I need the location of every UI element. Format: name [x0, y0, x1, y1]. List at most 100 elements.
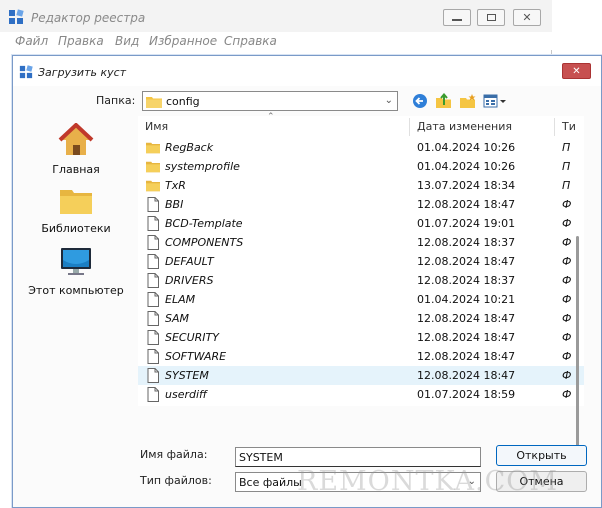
file-row[interactable]: ELAM 01.04.2024 10:21 Ф — [138, 290, 584, 309]
file-name: systemprofile — [165, 160, 240, 173]
close-icon: ✕ — [572, 65, 581, 77]
file-icon — [147, 197, 159, 212]
file-icon — [147, 292, 159, 307]
load-hive-dialog: Загрузить куст ✕ Папка: config ⌄ Главная… — [12, 55, 602, 508]
column-header-label: Ти — [562, 119, 576, 133]
dialog-title: Загрузить куст — [38, 66, 127, 79]
column-separator[interactable] — [554, 118, 555, 136]
file-name: SOFTWARE — [165, 350, 227, 363]
file-date: 13.07.2024 18:34 — [417, 179, 516, 192]
file-row[interactable]: BCD-Template 01.07.2024 19:01 Ф — [138, 214, 584, 233]
file-type: Ф — [562, 198, 572, 211]
registry-editor-title: Редактор реестра — [31, 11, 146, 25]
file-name: SAM — [165, 312, 189, 325]
open-button[interactable]: Открыть — [496, 445, 587, 466]
file-row[interactable]: TxR 13.07.2024 18:34 П — [138, 176, 584, 195]
maximize-button[interactable] — [477, 9, 505, 26]
file-name: userdiff — [165, 388, 207, 401]
chevron-down-icon: ⌄ — [384, 95, 393, 106]
folder-icon — [146, 161, 160, 173]
file-list: ⌃ Имя Дата изменения Ти RegBack 01.04.202… — [138, 112, 584, 406]
close-window-button[interactable]: ✕ — [513, 9, 541, 26]
file-date: 12.08.2024 18:47 — [417, 312, 516, 325]
back-icon[interactable] — [412, 93, 430, 109]
file-type: П — [562, 179, 571, 192]
file-row[interactable]: userdiff 01.07.2024 18:59 Ф — [138, 385, 584, 404]
file-type: Ф — [562, 388, 572, 401]
folder-icon — [146, 142, 160, 154]
file-date: 01.04.2024 10:26 — [417, 160, 516, 173]
file-row[interactable]: COMPONENTS 12.08.2024 18:37 Ф — [138, 233, 584, 252]
look-in-value: config — [166, 95, 200, 108]
file-name: BCD-Template — [165, 217, 243, 230]
menu-favorites[interactable]: Избранное — [149, 34, 217, 48]
maximize-icon — [486, 14, 496, 21]
file-name: DEFAULT — [165, 255, 214, 268]
file-row[interactable]: SOFTWARE 12.08.2024 18:47 Ф — [138, 347, 584, 366]
registry-editor-icon — [19, 65, 33, 79]
file-row[interactable]: SYSTEM 12.08.2024 18:47 Ф — [138, 366, 584, 385]
place-label: Главная — [52, 163, 100, 176]
file-name: SECURITY — [165, 331, 219, 344]
file-type: Ф — [562, 312, 572, 325]
vertical-scrollbar[interactable] — [576, 236, 579, 460]
file-type-label: Тип файлов: — [140, 474, 212, 487]
new-folder-icon[interactable] — [459, 93, 477, 109]
place-libraries[interactable]: Библиотеки — [21, 186, 131, 235]
file-row[interactable]: RegBack 01.04.2024 10:26 П — [138, 138, 584, 157]
file-row[interactable]: SECURITY 12.08.2024 18:47 Ф — [138, 328, 584, 347]
file-date: 12.08.2024 18:37 — [417, 274, 516, 287]
look-in-label: Папка: — [96, 94, 136, 107]
column-header-label: Дата изменения — [417, 119, 512, 133]
place-label: Библиотеки — [41, 222, 111, 235]
file-type: П — [562, 141, 571, 154]
file-type: Ф — [562, 255, 572, 268]
place-this-pc[interactable]: Этот компьютер — [21, 246, 131, 297]
file-date: 12.08.2024 18:47 — [417, 331, 516, 344]
column-header-date[interactable]: Дата изменения — [417, 116, 512, 136]
menu-view[interactable]: Вид — [115, 34, 139, 48]
file-date: 01.07.2024 18:59 — [417, 388, 516, 401]
file-type: Ф — [562, 331, 572, 344]
file-row[interactable]: BBI 12.08.2024 18:47 Ф — [138, 195, 584, 214]
registry-editor-titlebar: Редактор реестра ✕ — [0, 0, 552, 32]
place-home[interactable]: Главная — [21, 122, 131, 176]
file-type: Ф — [562, 274, 572, 287]
file-date: 01.07.2024 19:01 — [417, 217, 516, 230]
file-icon — [147, 216, 159, 231]
up-folder-icon[interactable] — [435, 93, 453, 109]
view-menu-icon[interactable] — [483, 93, 509, 109]
column-separator[interactable] — [409, 118, 410, 136]
file-type: Ф — [562, 293, 572, 306]
file-icon — [147, 311, 159, 326]
sort-ascending-icon: ⌃ — [267, 112, 275, 122]
file-row[interactable]: SAM 12.08.2024 18:47 Ф — [138, 309, 584, 328]
dialog-close-button[interactable]: ✕ — [562, 63, 591, 79]
file-row[interactable]: DEFAULT 12.08.2024 18:47 Ф — [138, 252, 584, 271]
minimize-button[interactable] — [443, 9, 471, 26]
file-row[interactable]: DRIVERS 12.08.2024 18:37 Ф — [138, 271, 584, 290]
menu-file[interactable]: Файл — [15, 34, 48, 48]
file-date: 12.08.2024 18:47 — [417, 350, 516, 363]
dialog-titlebar: Загрузить куст ✕ — [13, 56, 601, 86]
file-icon — [147, 387, 159, 402]
menu-edit[interactable]: Правка — [58, 34, 104, 48]
file-row[interactable]: systemprofile 01.04.2024 10:26 П — [138, 157, 584, 176]
file-name: COMPONENTS — [165, 236, 244, 249]
file-name: BBI — [165, 198, 184, 211]
home-icon — [58, 122, 94, 155]
column-header-name[interactable]: Имя — [145, 116, 168, 136]
column-header-type[interactable]: Ти — [562, 116, 576, 136]
file-icon — [147, 254, 159, 269]
folder-icon — [146, 97, 162, 108]
column-header-label: Имя — [145, 119, 169, 133]
file-date: 12.08.2024 18:37 — [417, 236, 516, 249]
file-name: DRIVERS — [165, 274, 214, 287]
file-icon — [147, 235, 159, 250]
file-type: П — [562, 160, 571, 173]
file-icon — [147, 368, 159, 383]
file-name-input[interactable] — [235, 447, 481, 467]
file-name: RegBack — [165, 141, 214, 154]
look-in-combo[interactable]: config ⌄ — [142, 91, 398, 111]
menu-help[interactable]: Справка — [224, 34, 277, 48]
